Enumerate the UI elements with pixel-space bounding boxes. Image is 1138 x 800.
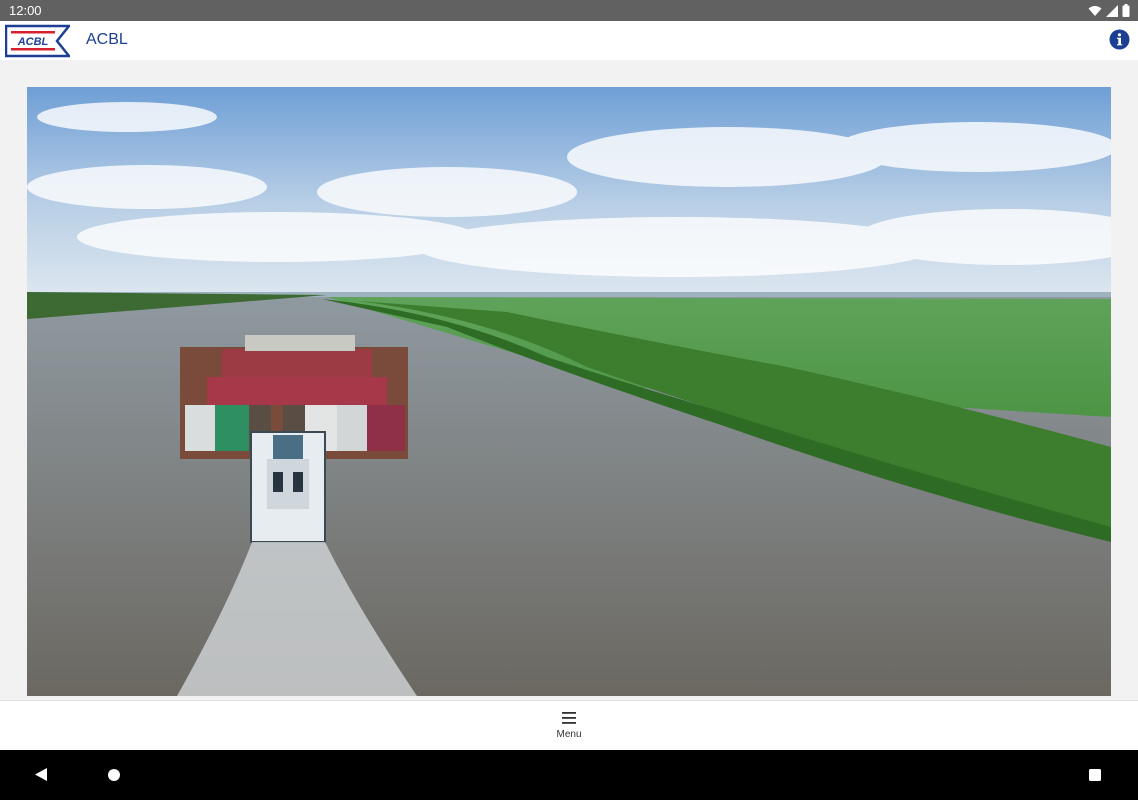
battery-icon [1122,4,1130,17]
logo-text: ACBL [17,36,49,48]
hero-scene [27,87,1111,696]
hero-image [27,87,1111,696]
wifi-icon [1088,5,1102,16]
home-icon[interactable] [107,768,121,782]
bottom-bar: Menu [0,700,1138,750]
back-icon[interactable] [34,767,48,782]
signal-icon [1106,4,1118,17]
recent-apps-icon[interactable] [1088,768,1102,782]
app-bar: ACBL ACBL [0,21,1138,60]
status-time: 12:00 [9,3,42,18]
app-title: ACBL [86,31,128,48]
hamburger-icon [562,712,576,724]
status-bar: 12:00 [0,0,1138,21]
info-icon[interactable] [1109,29,1130,50]
status-icons [1088,4,1130,17]
menu-button[interactable]: Menu [539,705,599,747]
system-nav-bar [0,750,1138,800]
acbl-logo[interactable]: ACBL [5,24,70,58]
menu-label: Menu [556,729,582,740]
main-content [0,60,1138,700]
